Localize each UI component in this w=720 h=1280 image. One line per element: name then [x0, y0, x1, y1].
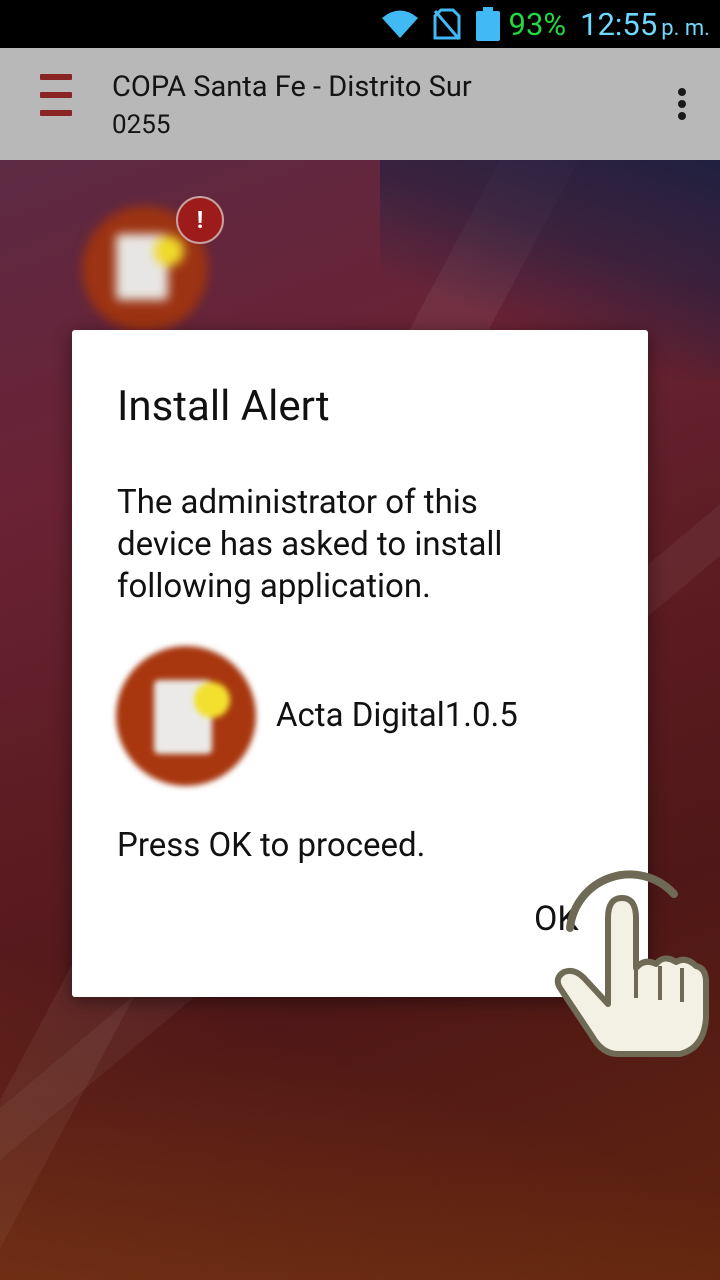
- ok-button[interactable]: OK: [534, 892, 614, 946]
- status-bar: 93% 12:55 p. m.: [0, 0, 720, 48]
- proceed-text: Press OK to proceed.: [117, 826, 426, 865]
- clock-time: 12:55: [580, 5, 658, 43]
- alert-badge-icon: !: [176, 196, 224, 244]
- no-sim-icon: [433, 8, 461, 40]
- dialog-message: The administrator of this device has ask…: [117, 483, 503, 606]
- app-header: COPA Santa Fe - Distrito Sur 0255: [0, 48, 720, 160]
- app-icon: [116, 646, 256, 786]
- more-vert-icon[interactable]: [678, 88, 688, 124]
- install-alert-dialog: Install Alert The administrator of this …: [72, 330, 648, 997]
- wifi-icon: [381, 10, 418, 38]
- clock-ampm: p. m.: [661, 15, 710, 41]
- header-subtitle: 0255: [112, 110, 171, 140]
- hamburger-icon[interactable]: [40, 74, 72, 134]
- header-title: COPA Santa Fe - Distrito Sur: [112, 70, 472, 104]
- battery-percent: 93%: [508, 5, 567, 43]
- dialog-title: Install Alert: [117, 382, 330, 431]
- battery-icon: [475, 7, 500, 41]
- clock: 12:55 p. m.: [580, 6, 710, 43]
- status-icons: 93% 12:55 p. m.: [381, 0, 710, 48]
- app-name: Acta Digital1.0.5: [276, 696, 518, 735]
